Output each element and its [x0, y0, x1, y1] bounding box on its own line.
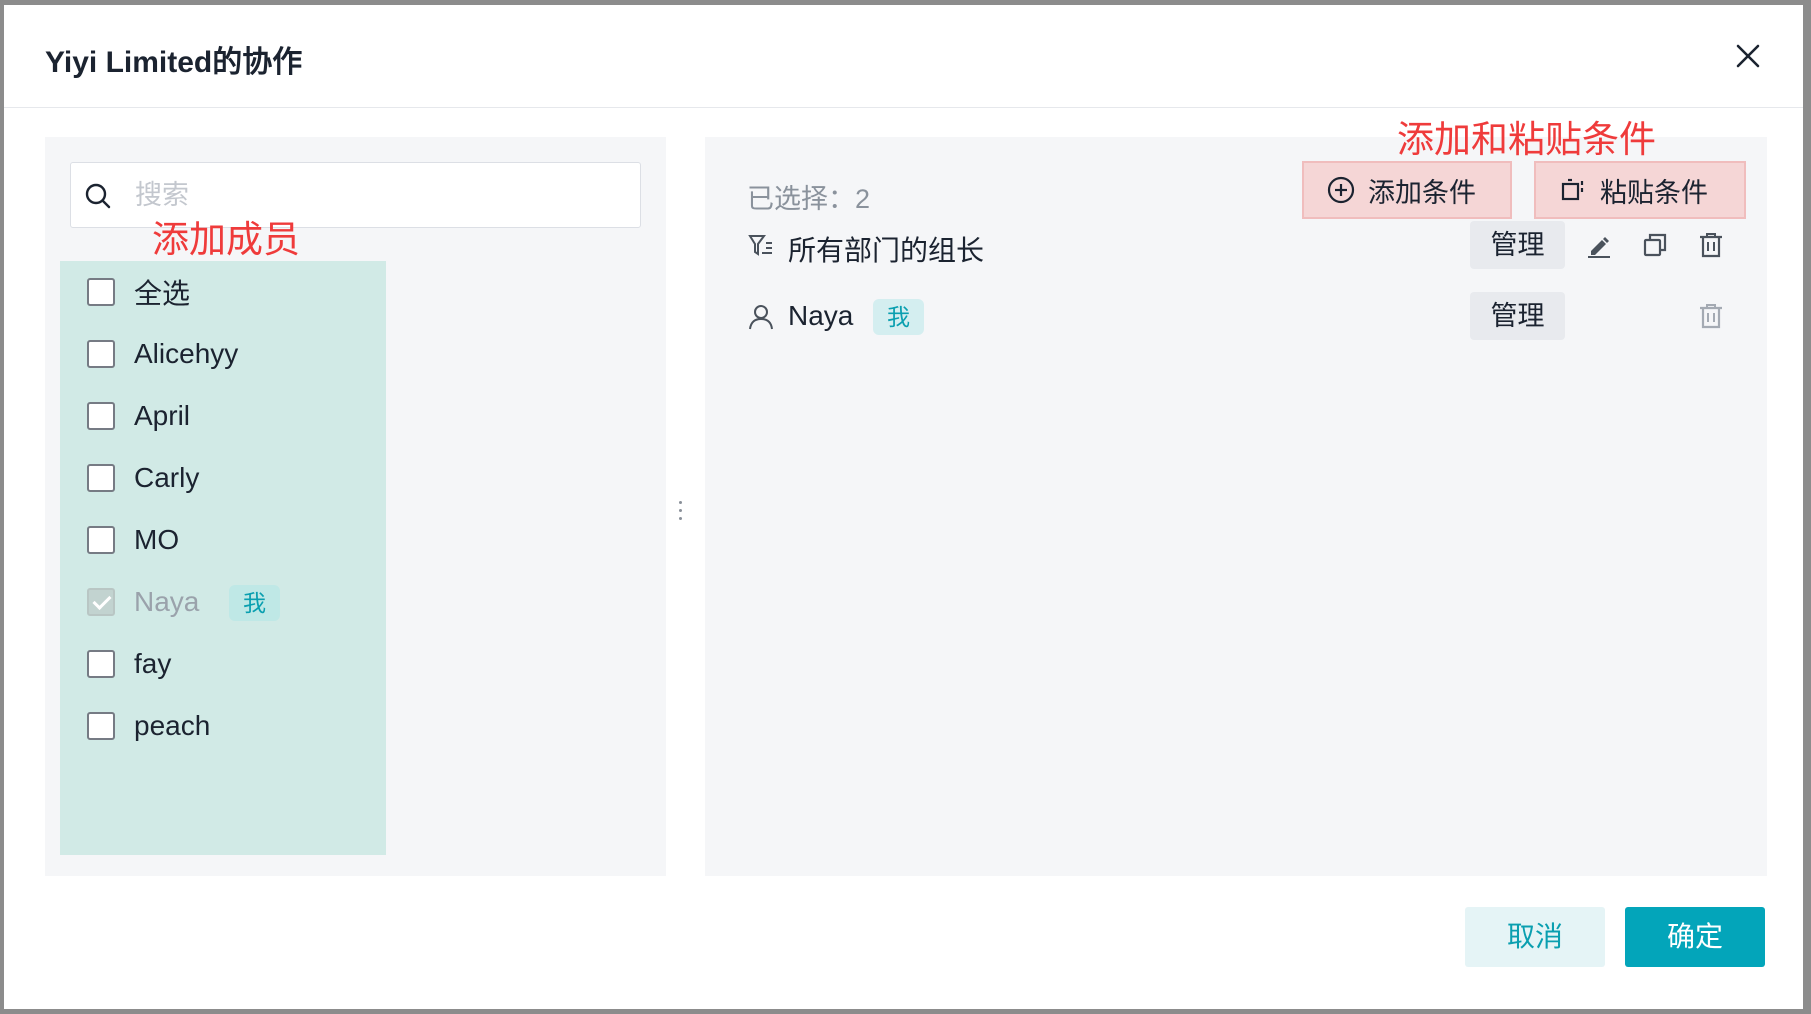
dialog-header: Yiyi Limited的协作	[4, 5, 1803, 108]
me-badge: 我	[873, 299, 924, 335]
member-item-carly[interactable]: Carly	[60, 447, 386, 509]
member-label: fay	[134, 648, 172, 679]
member-label: April	[134, 400, 191, 431]
member-item-naya: Naya 我	[60, 571, 386, 633]
checkbox[interactable]	[87, 526, 115, 554]
confirm-button[interactable]: 确定	[1625, 907, 1765, 967]
me-badge: 我	[229, 585, 280, 621]
member-label: Naya	[134, 586, 200, 617]
checkbox[interactable]	[87, 402, 115, 430]
checkbox[interactable]	[87, 712, 115, 740]
annotation-add-members: 添加成员	[152, 219, 300, 260]
checkbox[interactable]	[87, 340, 115, 368]
plus-circle-icon	[1327, 176, 1355, 204]
paste-icon	[1561, 178, 1584, 201]
member-item-select-all[interactable]: 全选	[60, 261, 386, 323]
checkbox[interactable]	[87, 650, 115, 678]
member-item-alicehyy[interactable]: Alicehyy	[60, 323, 386, 385]
close-icon[interactable]	[1733, 41, 1763, 71]
delete-icon[interactable]	[1697, 231, 1725, 259]
selected-panel: 添加和粘贴条件 已选择：2 添加条件 粘贴条件 所有部门的组长 管理 Naya …	[705, 119, 1767, 876]
add-condition-label: 添加条件	[1368, 177, 1476, 208]
member-label: MO	[134, 524, 180, 555]
checkbox-checked-disabled	[87, 588, 115, 616]
manage-button[interactable]: 管理	[1470, 292, 1565, 340]
member-item-peach[interactable]: peach	[60, 695, 386, 757]
search-icon	[85, 183, 111, 209]
member-panel: 全选 Alicehyy April Carly MO Naya 我	[45, 137, 666, 876]
member-item-april[interactable]: April	[60, 385, 386, 447]
checkbox[interactable]	[87, 464, 115, 492]
paste-condition-label: 粘贴条件	[1600, 177, 1708, 208]
condition-row: Naya 我 管理	[705, 292, 1767, 342]
manage-button[interactable]: 管理	[1470, 221, 1565, 269]
member-item-fay[interactable]: fay	[60, 633, 386, 695]
condition-row: 所有部门的组长 管理	[705, 221, 1767, 271]
edit-icon[interactable]	[1585, 231, 1613, 259]
copy-icon[interactable]	[1641, 231, 1669, 259]
user-icon	[749, 305, 773, 330]
condition-text: Naya	[788, 300, 854, 331]
collaboration-dialog: Yiyi Limited的协作 全选 Alicehyy	[4, 5, 1803, 1009]
annotation-add-paste-conditions: 添加和粘贴条件	[1397, 119, 1656, 160]
filter-icon	[748, 235, 772, 256]
delete-icon[interactable]	[1697, 302, 1725, 330]
condition-text: 所有部门的组长	[788, 235, 985, 266]
member-label: Carly	[134, 462, 200, 493]
checkbox[interactable]	[87, 278, 115, 306]
cancel-button[interactable]: 取消	[1465, 907, 1605, 967]
resize-handle[interactable]	[677, 499, 683, 523]
selected-count: 已选择：2	[747, 184, 871, 214]
add-condition-button[interactable]: 添加条件	[1302, 161, 1512, 219]
member-label: Alicehyy	[134, 338, 239, 369]
dialog-title: Yiyi Limited的协作	[45, 46, 303, 79]
member-label: peach	[134, 710, 211, 741]
member-label: 全选	[134, 278, 191, 309]
member-list: 全选 Alicehyy April Carly MO Naya 我 fay pe…	[60, 261, 386, 855]
member-item-mo[interactable]: MO	[60, 509, 386, 571]
paste-condition-button[interactable]: 粘贴条件	[1534, 161, 1746, 219]
